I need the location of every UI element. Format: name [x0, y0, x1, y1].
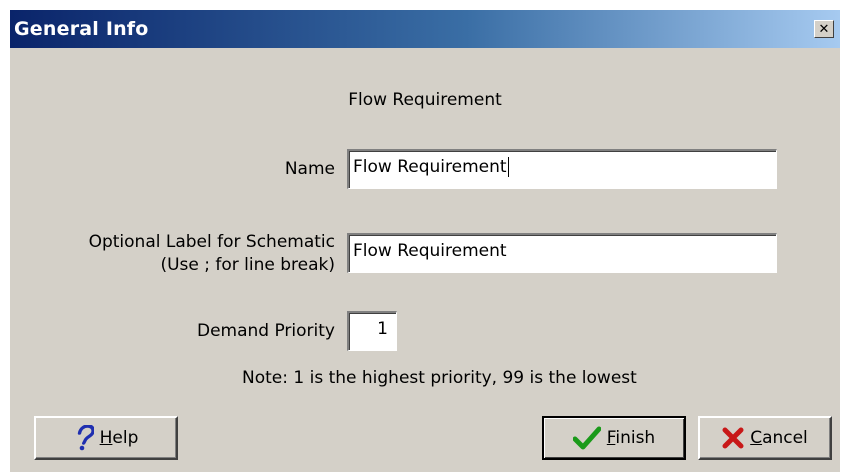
text-caret: [507, 157, 509, 177]
schematic-label: Optional Label for Schematic (Use ; for …: [89, 231, 335, 277]
help-button[interactable]: Help: [34, 416, 178, 460]
schematic-label-line2: (Use ; for line break): [160, 255, 335, 275]
demand-priority-input[interactable]: 1: [347, 311, 397, 351]
close-icon: ✕: [818, 21, 830, 37]
priority-label: Demand Priority: [196, 321, 335, 341]
element-heading: Flow Requirement: [348, 90, 502, 110]
priority-note: Note: 1 is the highest priority, 99 is t…: [242, 368, 637, 388]
cancel-button-label: Cancel: [750, 428, 808, 448]
help-button-label: Help: [99, 428, 139, 448]
check-mark-icon: [572, 426, 601, 450]
general-info-dialog: General Info ✕ Flow Requirement Name Flo…: [10, 10, 840, 472]
name-input-value: Flow Requirement: [353, 157, 507, 177]
schematic-label-line1: Optional Label for Schematic: [88, 232, 335, 252]
name-input[interactable]: Flow Requirement: [347, 149, 777, 189]
finish-button-label: Finish: [606, 428, 656, 448]
window-title: General Info: [14, 18, 149, 40]
demand-priority-value: 1: [377, 319, 388, 339]
question-mark-icon: [74, 425, 94, 451]
schematic-label-input[interactable]: Flow Requirement: [347, 233, 777, 273]
schematic-label-input-value: Flow Requirement: [353, 241, 507, 261]
title-bar[interactable]: General Info ✕: [10, 10, 840, 48]
finish-button[interactable]: Finish: [542, 416, 686, 460]
close-button[interactable]: ✕: [814, 20, 834, 38]
cancel-button[interactable]: Cancel: [698, 416, 832, 460]
x-mark-icon: [722, 427, 744, 449]
name-label: Name: [284, 159, 335, 179]
